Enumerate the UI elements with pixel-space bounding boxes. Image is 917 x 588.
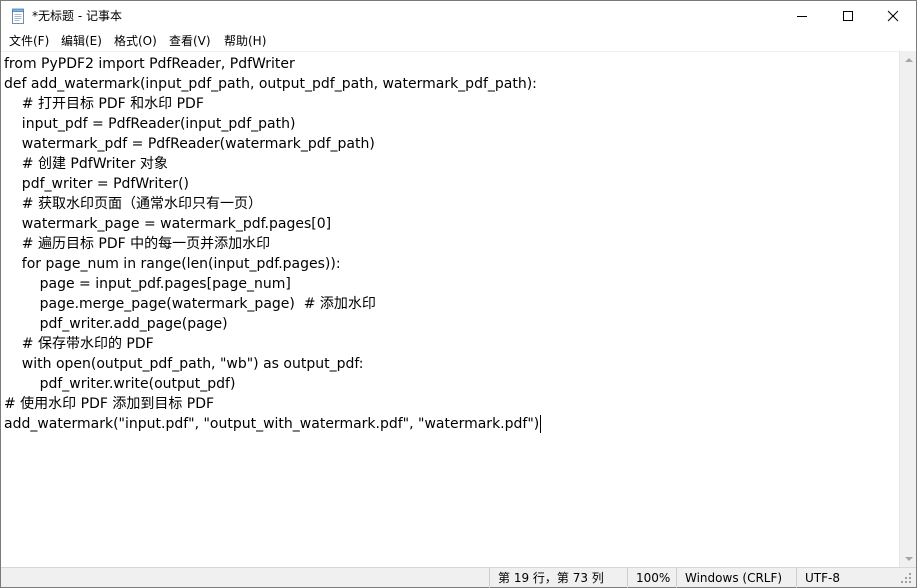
menu-view[interactable]: 查看(V) xyxy=(168,33,212,49)
arrow-up-icon xyxy=(904,57,913,62)
close-icon xyxy=(887,10,899,22)
menu-bar: 文件(F) 编辑(E) 格式(O) 查看(V) 帮助(H) xyxy=(1,31,916,51)
minimize-icon xyxy=(797,16,807,17)
encoding: UTF-8 xyxy=(796,568,898,588)
resize-grip-icon[interactable] xyxy=(900,572,912,584)
editor-line: # 获取水印页面（通常水印只有一页） xyxy=(4,196,262,212)
editor-line: pdf_writer.add_page(page) xyxy=(4,316,228,332)
minimize-button[interactable] xyxy=(779,1,825,31)
line-ending: Windows (CRLF) xyxy=(676,568,796,588)
maximize-icon xyxy=(843,11,853,21)
editor-line: watermark_page = watermark_pdf.pages[0] xyxy=(4,216,332,232)
editor-line: # 使用水印 PDF 添加到目标 PDF xyxy=(4,396,215,412)
cursor-position: 第 19 行，第 73 列 xyxy=(489,568,627,588)
editor-line: watermark_pdf = PdfReader(watermark_pdf_… xyxy=(4,136,375,152)
menu-edit[interactable]: 编辑(E) xyxy=(60,33,103,49)
editor-line: def add_watermark(input_pdf_path, output… xyxy=(4,76,537,92)
text-editor[interactable]: from PyPDF2 import PdfReader, PdfWriter … xyxy=(1,51,899,567)
editor-line: with open(output_pdf_path, "wb") as outp… xyxy=(4,356,364,372)
editor-line: # 打开目标 PDF 和水印 PDF xyxy=(4,96,204,112)
notepad-window: *无标题 - 记事本 文件(F) 编辑(E) 格式(O) 查看(V) 帮助(H)… xyxy=(0,0,917,588)
menu-help[interactable]: 帮助(H) xyxy=(223,33,267,49)
menu-format[interactable]: 格式(O) xyxy=(113,33,158,49)
editor-line: for page_num in range(len(input_pdf.page… xyxy=(4,256,341,272)
editor-line: # 保存带水印的 PDF xyxy=(4,336,154,352)
vertical-scrollbar[interactable] xyxy=(899,51,916,567)
text-caret xyxy=(540,415,542,433)
close-button[interactable] xyxy=(870,1,916,31)
notepad-icon xyxy=(10,8,26,24)
window-title: *无标题 - 记事本 xyxy=(32,9,122,23)
title-bar[interactable]: *无标题 - 记事本 xyxy=(1,1,916,31)
editor-line: input_pdf = PdfReader(input_pdf_path) xyxy=(4,116,296,132)
editor-line: pdf_writer = PdfWriter() xyxy=(4,176,189,192)
editor-line: page = input_pdf.pages[page_num] xyxy=(4,276,291,292)
scroll-up-button[interactable] xyxy=(900,51,917,68)
arrow-down-icon xyxy=(904,556,913,561)
editor-line: # 创建 PdfWriter 对象 xyxy=(4,156,168,172)
menu-file[interactable]: 文件(F) xyxy=(8,33,50,49)
editor-line: page.merge_page(watermark_page) # 添加水印 xyxy=(4,296,376,312)
maximize-button[interactable] xyxy=(825,1,871,31)
scroll-down-button[interactable] xyxy=(900,550,917,567)
status-bar: 第 19 行，第 73 列 100% Windows (CRLF) UTF-8 xyxy=(1,567,916,588)
editor-line: pdf_writer.write(output_pdf) xyxy=(4,376,236,392)
editor-line: # 遍历目标 PDF 中的每一页并添加水印 xyxy=(4,236,271,252)
editor-line: add_watermark("input.pdf", "output_with_… xyxy=(4,416,540,432)
zoom-level: 100% xyxy=(627,568,676,588)
editor-line: from PyPDF2 import PdfReader, PdfWriter xyxy=(4,56,295,72)
